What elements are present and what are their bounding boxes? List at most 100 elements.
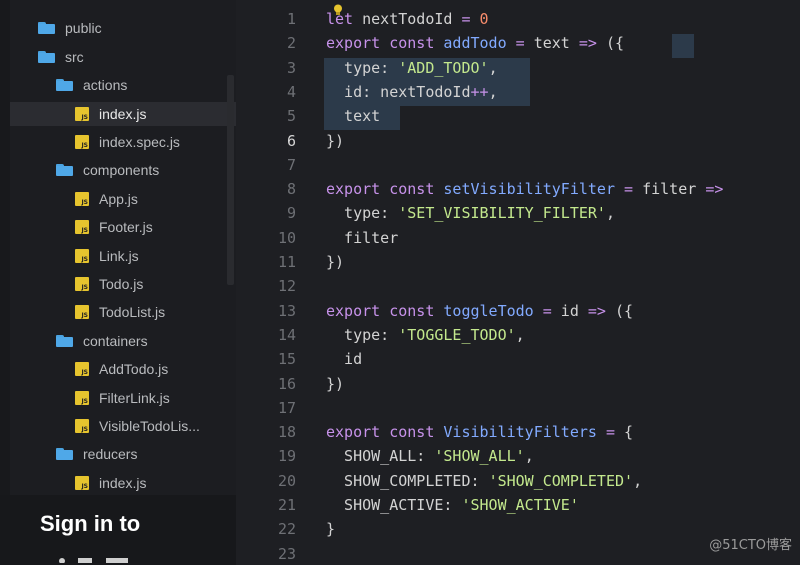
- line-number: 14: [277, 325, 296, 344]
- file-item[interactable]: JS index.js: [75, 471, 146, 495]
- tree-item-label: containers: [83, 333, 148, 349]
- js-badge: JS: [81, 426, 88, 433]
- line-number: 2: [286, 34, 296, 53]
- js-badge: JS: [81, 483, 88, 490]
- js-badge: JS: [81, 312, 88, 319]
- code-line[interactable]: export const VisibilityFilters = {: [326, 423, 633, 441]
- folder-icon: [56, 79, 73, 91]
- tree-item-label: Link.js: [99, 248, 139, 264]
- js-file-icon: JS: [75, 362, 89, 376]
- folder-item[interactable]: components: [56, 158, 159, 182]
- line-number: 22: [277, 520, 296, 539]
- js-file-icon: JS: [75, 107, 89, 121]
- tree-item-label: index.js: [99, 106, 147, 122]
- code-line[interactable]: SHOW_ALL: 'SHOW_ALL',: [326, 447, 534, 465]
- folder-item[interactable]: actions: [56, 73, 127, 97]
- code-line[interactable]: type: 'SET_VISIBILITY_FILTER',: [326, 204, 615, 222]
- code-line[interactable]: export const addTodo = text => ({: [326, 34, 624, 52]
- sign-in-panel: Sign in to: [0, 495, 236, 565]
- js-file-icon: JS: [75, 220, 89, 234]
- line-number: 1: [286, 10, 296, 28]
- code-line[interactable]: filter: [326, 229, 398, 247]
- line-number: 12: [277, 277, 296, 296]
- code-line[interactable]: }): [326, 132, 344, 150]
- code-line[interactable]: id: [326, 350, 362, 368]
- js-badge: JS: [81, 369, 88, 376]
- tree-item-label: reducers: [83, 446, 138, 462]
- folder-icon: [56, 164, 73, 176]
- file-item[interactable]: JS index.js: [10, 102, 236, 126]
- folder-item[interactable]: reducers: [56, 442, 137, 466]
- file-item[interactable]: JS App.js: [75, 187, 138, 211]
- folder-item[interactable]: src: [38, 45, 84, 69]
- tree-item-label: src: [65, 49, 84, 65]
- line-number: 19: [277, 447, 296, 466]
- tree-item-label: index.js: [99, 475, 147, 491]
- js-file-icon: JS: [75, 476, 89, 490]
- code-line[interactable]: let nextTodoId = 0: [326, 10, 489, 28]
- line-number: 6: [286, 131, 296, 150]
- code-line[interactable]: text: [326, 107, 380, 125]
- folder-icon: [38, 51, 55, 63]
- code-line[interactable]: type: 'TOGGLE_TODO',: [326, 326, 525, 344]
- line-number: 23: [277, 544, 296, 563]
- code-line[interactable]: }): [326, 375, 344, 393]
- tree-item-label: Todo.js: [99, 276, 144, 292]
- tree-item-label: FilterLink.js: [99, 390, 170, 406]
- tree-item-label: actions: [83, 77, 128, 93]
- js-file-icon: JS: [75, 391, 89, 405]
- code-line[interactable]: export const setVisibilityFilter = filte…: [326, 180, 723, 198]
- code-line[interactable]: SHOW_COMPLETED: 'SHOW_COMPLETED',: [326, 472, 642, 490]
- code-line[interactable]: SHOW_ACTIVE: 'SHOW_ACTIVE': [326, 496, 579, 514]
- folder-item[interactable]: containers: [56, 329, 148, 353]
- selection-highlight: [672, 34, 694, 58]
- tree-item-label: TodoList.js: [99, 304, 166, 320]
- code-line[interactable]: }: [326, 520, 335, 538]
- line-number: 17: [277, 398, 296, 417]
- folder-icon: [56, 448, 73, 460]
- line-number: 13: [277, 301, 296, 320]
- file-item[interactable]: JS TodoList.js: [75, 300, 165, 324]
- folder-item[interactable]: public: [38, 16, 102, 40]
- tree-item-label: App.js: [99, 191, 138, 207]
- sign-in-partial-text: [59, 558, 128, 563]
- file-item[interactable]: JS FilterLink.js: [75, 386, 170, 410]
- line-number: 7: [286, 155, 296, 174]
- js-badge: JS: [81, 199, 88, 206]
- tree-item-label: public: [65, 20, 102, 36]
- js-file-icon: JS: [75, 305, 89, 319]
- line-number: 11: [277, 253, 296, 271]
- line-number: 18: [277, 423, 296, 442]
- line-number: 21: [277, 496, 296, 514]
- file-item[interactable]: JS Link.js: [75, 244, 139, 268]
- tree-item-label: Footer.js: [99, 219, 153, 235]
- sign-in-title[interactable]: Sign in to: [40, 511, 140, 537]
- line-number: 3: [286, 58, 296, 77]
- folder-icon: [56, 335, 73, 347]
- line-number: 15: [277, 350, 296, 369]
- js-badge: JS: [81, 142, 88, 149]
- tree-item-label: AddTodo.js: [99, 361, 169, 377]
- js-file-icon: JS: [75, 277, 89, 291]
- js-badge: JS: [81, 256, 88, 263]
- file-item[interactable]: JS Todo.js: [75, 272, 143, 296]
- watermark: @51CTO博客: [709, 538, 792, 553]
- js-file-icon: JS: [75, 135, 89, 149]
- file-item[interactable]: JS index.spec.js: [75, 130, 180, 154]
- sidebar-scrollbar[interactable]: [227, 75, 234, 285]
- file-item[interactable]: JS VisibleTodoLis...: [75, 414, 200, 438]
- js-badge: JS: [81, 114, 88, 121]
- file-explorer: public src actions JS index.js JS index.spec.j…: [0, 0, 236, 565]
- file-item[interactable]: JS Footer.js: [75, 215, 153, 239]
- code-line[interactable]: type: 'ADD_TODO',: [326, 59, 498, 77]
- tree-item-label: components: [83, 162, 160, 178]
- code-line[interactable]: export const toggleTodo = id => ({: [326, 302, 633, 320]
- line-number: 16: [277, 374, 296, 393]
- tree-item-label: index.spec.js: [99, 134, 180, 150]
- line-number: 9: [286, 204, 296, 223]
- file-item[interactable]: JS AddTodo.js: [75, 357, 168, 381]
- code-line[interactable]: }): [326, 253, 344, 271]
- js-file-icon: JS: [75, 419, 89, 433]
- code-editor[interactable]: 1 2 3 4 5 6 7 8 9 10 11 12 13 14 15 16 17 18 19 20 21 22 23 le…: [236, 0, 800, 565]
- code-line[interactable]: id: nextTodoId++,: [326, 83, 498, 101]
